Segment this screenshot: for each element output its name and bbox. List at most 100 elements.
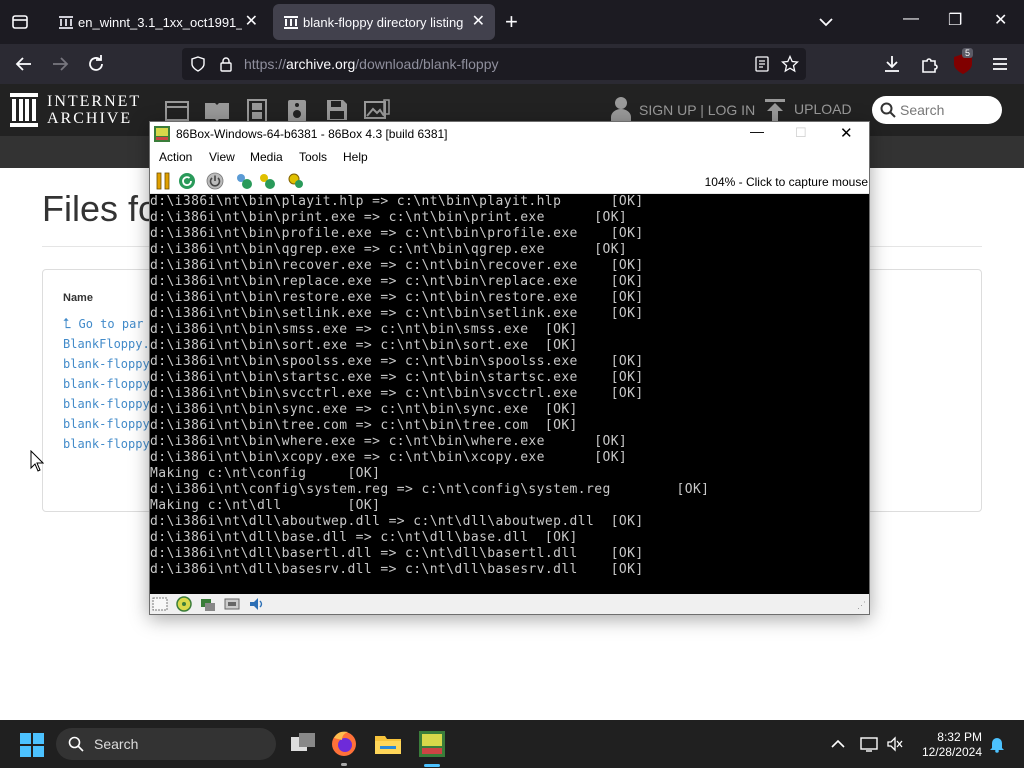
url-text: https://archive.org/download/blank-flopp…	[244, 56, 499, 72]
new-tab-button[interactable]: +	[505, 9, 518, 35]
archive-logo-text[interactable]: INTERNET ARCHIVE	[47, 93, 141, 127]
restore-window-icon[interactable]: ❐	[948, 10, 962, 30]
file-explorer-icon[interactable]	[372, 728, 404, 760]
close-window-icon[interactable]: ✕	[840, 124, 853, 142]
video-film-icon[interactable]	[245, 99, 269, 123]
chevron-up-icon[interactable]	[830, 736, 846, 752]
clock-date: 12/28/2024	[921, 745, 982, 759]
windows-start-icon[interactable]	[20, 733, 44, 757]
close-tab-icon[interactable]: ✕	[245, 11, 258, 31]
network-card-icon[interactable]	[224, 597, 240, 611]
search-placeholder: Search	[900, 102, 945, 118]
clock-time: 8:32 PM	[937, 730, 982, 744]
archive-favicon-icon	[59, 16, 73, 29]
search-icon	[880, 102, 896, 118]
tab-list-button[interactable]	[8, 10, 32, 34]
download-icon[interactable]	[880, 52, 904, 76]
system-clock[interactable]: 8:32 PM 12/28/2024	[910, 730, 982, 760]
page-title: Files fo	[42, 188, 159, 229]
emulator-screen[interactable]: d:\i386i\nt\bin\playit.hlp => c:\nt\bin\…	[150, 194, 869, 594]
ctrl-alt-esc-icon[interactable]	[258, 172, 276, 190]
pause-icon[interactable]	[155, 172, 171, 190]
taskbar-search[interactable]: Search	[56, 728, 276, 760]
file-link[interactable]: blank-floppy	[63, 397, 150, 411]
close-window-icon[interactable]: ✕	[994, 10, 1007, 30]
chevron-down-icon[interactable]	[816, 12, 836, 32]
display-icon[interactable]	[860, 735, 878, 753]
lock-icon[interactable]	[218, 56, 234, 72]
running-indicator	[341, 763, 347, 766]
menu-tools[interactable]: Tools	[299, 150, 327, 164]
file-link[interactable]: blank-floppy	[63, 417, 150, 431]
bookmark-star-icon[interactable]	[781, 55, 799, 73]
extensions-puzzle-icon[interactable]	[917, 52, 941, 76]
close-tab-icon[interactable]: ✕	[472, 11, 485, 31]
menu-action[interactable]: Action	[159, 150, 192, 164]
file-link[interactable]: BlankFloppy.	[63, 337, 150, 351]
mouse-cursor-icon	[30, 450, 44, 472]
browser-tab-strip: en_winnt_3.1_1xx_oct1991_devkit ✕ blank-…	[0, 0, 1024, 44]
firefox-icon[interactable]	[328, 728, 360, 760]
ia-search-input[interactable]: Search	[872, 96, 1002, 124]
tab-blank-floppy[interactable]: blank-floppy directory listing ✕	[273, 4, 495, 40]
search-icon	[68, 736, 84, 752]
menu-media[interactable]: Media	[250, 150, 283, 164]
address-bar[interactable]: https://archive.org/download/blank-flopp…	[182, 48, 806, 80]
web-icon[interactable]	[165, 100, 189, 122]
86box-title-bar[interactable]: 86Box-Windows-64-b6381 - 86Box 4.3 [buil…	[150, 122, 869, 146]
tab-title: blank-floppy directory listing	[303, 15, 464, 30]
volume-muted-icon[interactable]	[886, 735, 904, 753]
file-link[interactable]: blank-floppy	[63, 377, 150, 391]
menu-view[interactable]: View	[209, 150, 235, 164]
86box-menu-bar: Action View Media Tools Help	[150, 146, 869, 168]
notification-bell-icon[interactable]	[988, 735, 1006, 753]
column-header-name[interactable]: Name	[63, 292, 93, 304]
reader-view-icon[interactable]	[754, 56, 770, 72]
settings-icon[interactable]	[287, 172, 305, 190]
reload-icon[interactable]	[84, 52, 108, 76]
resize-grip-icon[interactable]: ⋰	[857, 600, 866, 611]
audio-speaker-icon[interactable]	[287, 99, 307, 123]
sound-speaker-icon[interactable]	[248, 596, 264, 612]
forward-arrow-icon[interactable]	[48, 52, 72, 76]
tab-title: en_winnt_3.1_1xx_oct1991_devkit	[78, 15, 242, 30]
archive-logo-icon[interactable]	[10, 93, 38, 127]
back-arrow-icon[interactable]	[12, 52, 36, 76]
ublock-extension-button[interactable]: 5	[952, 48, 976, 76]
menu-help[interactable]: Help	[343, 150, 368, 164]
hamburger-menu-icon[interactable]	[988, 52, 1012, 76]
tab-devkit[interactable]: en_winnt_3.1_1xx_oct1991_devkit ✕	[48, 4, 268, 40]
tab-list-icon	[12, 15, 28, 29]
extension-badge: 5	[962, 48, 974, 58]
hard-disk-icon[interactable]	[200, 596, 216, 612]
86box-taskbar-icon[interactable]	[416, 728, 448, 760]
capture-mouse-status: 104% - Click to capture mouse	[704, 175, 868, 189]
cdrom-icon[interactable]	[176, 596, 192, 612]
task-view-icon[interactable]	[287, 728, 319, 760]
parent-directory-link[interactable]: ⮤ Go to par	[63, 316, 144, 332]
upload-link[interactable]: UPLOAD	[794, 101, 852, 117]
archive-favicon-icon	[284, 16, 298, 29]
minimize-window-icon[interactable]: —	[750, 123, 764, 139]
reset-icon[interactable]	[178, 172, 196, 190]
86box-toolbar: 104% - Click to capture mouse	[150, 168, 869, 194]
maximize-window-icon[interactable]: ☐	[795, 125, 807, 141]
ctrl-alt-del-icon[interactable]	[235, 172, 253, 190]
active-app-indicator	[424, 764, 440, 767]
upload-arrow-icon[interactable]	[765, 99, 785, 121]
86box-status-bar: ⋰	[150, 594, 869, 614]
sign-up-login-link[interactable]: SIGN UP | LOG IN	[639, 102, 755, 118]
shield-icon[interactable]	[190, 56, 206, 72]
floppy-drive-icon[interactable]	[152, 597, 168, 611]
texts-book-icon[interactable]	[204, 100, 230, 122]
windows-taskbar: Search 8:32 PM 12/28/2024	[0, 720, 1024, 768]
logo-line-1: INTERNET	[47, 93, 142, 110]
power-off-icon[interactable]	[206, 172, 224, 190]
86box-window-title: 86Box-Windows-64-b6381 - 86Box 4.3 [buil…	[176, 127, 448, 141]
file-link[interactable]: blank-floppy	[63, 437, 150, 451]
images-icon[interactable]	[364, 99, 390, 121]
file-link[interactable]: blank-floppy	[63, 357, 150, 371]
86box-app-icon	[154, 126, 170, 142]
minimize-window-icon[interactable]: —	[903, 10, 919, 28]
software-floppy-icon[interactable]	[326, 99, 348, 121]
